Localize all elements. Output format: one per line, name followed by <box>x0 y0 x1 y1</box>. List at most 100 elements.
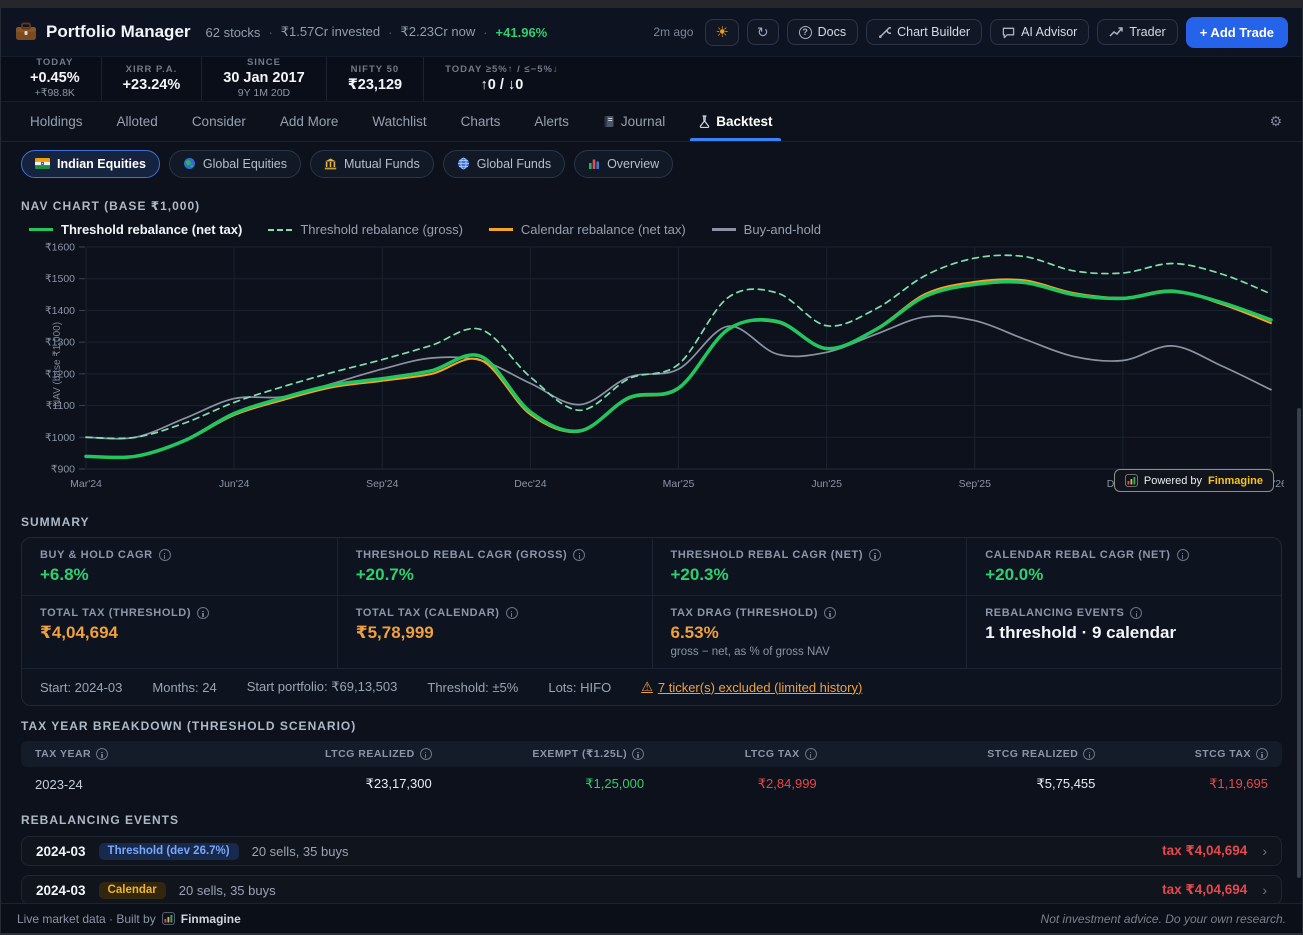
gear-icon: ⚙ <box>1269 113 1282 130</box>
y-tick-label: ₹1000 <box>45 432 75 444</box>
info-icon[interactable] <box>805 748 817 760</box>
param-threshold: Threshold: ±5% <box>427 680 518 695</box>
chevron-right-icon: › <box>1262 882 1267 898</box>
refresh-icon: ↻ <box>757 25 769 39</box>
event-row-threshold-2024-03[interactable]: 2024-03 Threshold (dev 26.7%) 20 sells, … <box>21 836 1282 866</box>
docs-button[interactable]: ? Docs <box>787 19 858 45</box>
info-icon[interactable] <box>1177 549 1189 561</box>
app-footer: Live market data · Built by Finmagine No… <box>1 903 1302 933</box>
x-tick-label: Sep'25 <box>959 478 992 490</box>
ai-advisor-button[interactable]: AI Advisor <box>990 19 1089 45</box>
info-icon[interactable] <box>824 607 836 619</box>
ltcg-realized: ₹23,17,300 <box>140 767 445 801</box>
tab-watchlist[interactable]: Watchlist <box>355 102 443 141</box>
tab-alerts[interactable]: Alerts <box>517 102 586 141</box>
notebook-icon <box>603 115 615 128</box>
rebalancing-events-title: REBALANCING EVENTS <box>21 813 1282 827</box>
powered-by-text: Powered by <box>1144 475 1202 487</box>
tab-journal[interactable]: Journal <box>586 102 682 141</box>
x-tick-label: Mar'25 <box>663 478 695 490</box>
info-icon[interactable] <box>506 607 518 619</box>
x-tick-label: Sep'24 <box>366 478 399 490</box>
trader-button[interactable]: Trader <box>1097 19 1177 45</box>
invested-amount: ₹1.57Cr invested <box>281 24 380 40</box>
warning-icon: ⚠ <box>641 679 653 695</box>
summary-cell-total-tax-calendar: TOTAL TAX (CALENDAR) ₹5,78,999 <box>337 595 652 668</box>
summary-title: SUMMARY <box>21 515 1282 529</box>
legend-item-1[interactable]: Threshold rebalance (gross) <box>268 222 463 237</box>
tab-bar: Holdings Alloted Consider Add More Watch… <box>1 102 1302 142</box>
excluded-tickers-link[interactable]: ⚠ 7 ticker(s) excluded (limited history) <box>641 679 862 695</box>
x-tick-label: Jun'24 <box>219 478 250 490</box>
info-icon[interactable] <box>869 549 881 561</box>
info-icon[interactable] <box>159 549 171 561</box>
nav-chart-svg: ₹900₹1000₹1100₹1200₹1300₹1400₹1500₹1600M… <box>21 241 1284 493</box>
summary-cell-threshold-gross-cagr: THRESHOLD REBAL CAGR (GROSS) +20.7% <box>337 538 652 595</box>
globe-grid-icon <box>457 157 470 170</box>
footer-disclaimer: Not investment advice. Do your own resea… <box>1041 912 1286 926</box>
tab-charts[interactable]: Charts <box>444 102 518 141</box>
x-tick-label: Dec'24 <box>514 478 547 490</box>
info-icon[interactable] <box>632 748 644 760</box>
threshold-badge: Threshold (dev 26.7%) <box>99 843 239 860</box>
trend-up-icon <box>1109 26 1123 38</box>
current-value: ₹2.23Cr now <box>400 24 475 40</box>
legend-swatch <box>489 228 513 231</box>
tax-drag-note: gross − net, as % of gross NAV <box>671 646 949 658</box>
scrollbar-thumb[interactable] <box>1297 408 1301 878</box>
info-icon[interactable] <box>1130 607 1142 619</box>
stocks-count: 62 stocks <box>206 25 261 40</box>
summary-cell-tax-drag: TAX DRAG (THRESHOLD) 6.53% gross − net, … <box>652 595 967 668</box>
info-icon[interactable] <box>573 549 585 561</box>
summary-cell-total-tax-threshold: TOTAL TAX (THRESHOLD) ₹4,04,694 <box>22 595 337 668</box>
info-icon[interactable] <box>1256 748 1268 760</box>
stat-nifty: NIFTY 50 ₹23,129 <box>327 57 424 101</box>
legend-item-0[interactable]: Threshold rebalance (net tax) <box>29 222 242 237</box>
stats-bar: TODAY +0.45% +₹98.8K XIRR P.A. +23.24% S… <box>1 56 1302 102</box>
legend-swatch <box>268 229 292 231</box>
tab-settings-gear[interactable]: ⚙ <box>1269 102 1290 141</box>
pill-global-equities[interactable]: Global Equities <box>169 150 301 178</box>
info-icon[interactable] <box>197 607 209 619</box>
tab-consider[interactable]: Consider <box>175 102 263 141</box>
flask-icon <box>699 115 710 128</box>
powered-by-badge[interactable]: Powered by Finmagine <box>1114 469 1274 492</box>
add-trade-button[interactable]: + Add Trade <box>1186 17 1288 48</box>
theme-toggle-button[interactable]: ☀ <box>705 19 738 46</box>
param-start-portfolio: Start portfolio: ₹69,13,503 <box>247 679 398 695</box>
pill-global-funds[interactable]: Global Funds <box>443 150 565 178</box>
info-icon[interactable] <box>420 748 432 760</box>
info-icon[interactable] <box>96 748 108 760</box>
y-axis-title: NAV (base ₹1,000) <box>52 322 63 407</box>
stcg-realized: ₹5,75,455 <box>831 767 1110 801</box>
separator: · <box>483 25 487 40</box>
tab-add-more[interactable]: Add More <box>263 102 356 141</box>
legend-swatch <box>29 228 53 231</box>
y-tick-label: ₹1600 <box>45 242 75 254</box>
tab-holdings[interactable]: Holdings <box>13 102 100 141</box>
info-icon[interactable] <box>1083 748 1095 760</box>
pill-indian-equities[interactable]: Indian Equities <box>21 150 160 178</box>
event-row-calendar-2024-03[interactable]: 2024-03 Calendar 20 sells, 35 buys tax ₹… <box>21 875 1282 905</box>
tax-breakdown-section: TAX YEAR BREAKDOWN (THRESHOLD SCENARIO) … <box>1 706 1302 801</box>
asset-filter-bar: Indian Equities Global Equities Mutual F… <box>1 142 1302 185</box>
summary-cell-threshold-net-cagr: THRESHOLD REBAL CAGR (NET) +20.3% <box>652 538 967 595</box>
pill-mutual-funds[interactable]: Mutual Funds <box>310 150 434 178</box>
chart-builder-button[interactable]: Chart Builder <box>866 19 982 45</box>
stcg-tax: ₹1,19,695 <box>1109 767 1282 801</box>
legend-item-2[interactable]: Calendar rebalance (net tax) <box>489 222 686 237</box>
legend-label: Calendar rebalance (net tax) <box>521 222 686 237</box>
tab-alloted[interactable]: Alloted <box>100 102 175 141</box>
tab-backtest[interactable]: Backtest <box>682 102 789 141</box>
legend-item-3[interactable]: Buy-and-hold <box>712 222 821 237</box>
globe-icon <box>183 157 196 170</box>
separator: · <box>388 25 392 40</box>
y-tick-label: ₹1400 <box>45 305 75 317</box>
powered-by-brand: Finmagine <box>1208 475 1263 487</box>
legend-swatch <box>712 228 736 231</box>
refresh-button[interactable]: ↻ <box>747 19 779 45</box>
tools-icon <box>878 26 891 39</box>
finmagine-logo-icon <box>1125 474 1138 487</box>
pill-overview[interactable]: Overview <box>574 150 673 178</box>
last-updated: 2m ago <box>653 25 693 39</box>
